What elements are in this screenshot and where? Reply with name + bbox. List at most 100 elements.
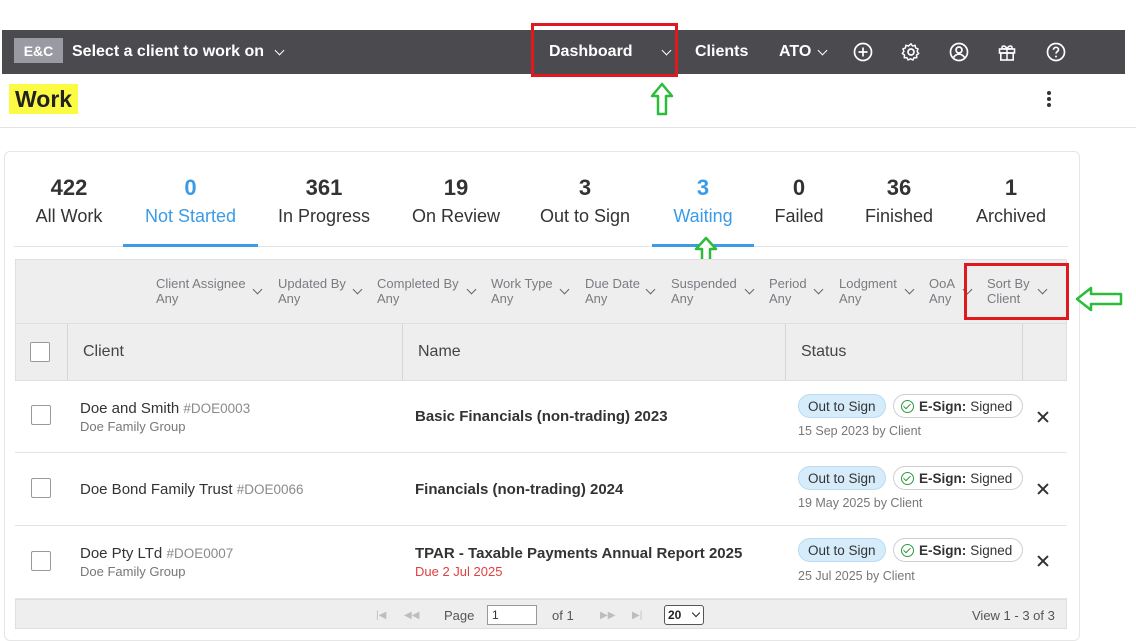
tab-label: Out to Sign	[539, 206, 631, 226]
tab-in-progress[interactable]: 361 In Progress	[266, 168, 382, 247]
first-page-icon[interactable]: |◀	[376, 600, 386, 630]
filter-ooa[interactable]: OoA Any	[929, 276, 977, 306]
table-row[interactable]: Doe Pty LTd #DOE0007 Doe Family Group TP…	[15, 526, 1067, 599]
filter-value: Any	[929, 291, 952, 306]
tab-not-started[interactable]: 0 Not Started	[123, 168, 258, 247]
pagination-bar: |◀ ◀◀ Page of 1 ▶▶ ▶| 20 View 1 - 3 of 3	[15, 599, 1067, 629]
client-selector[interactable]: Select a client to work on	[72, 30, 285, 74]
table-row[interactable]: Doe Bond Family Trust #DOE0066 Financial…	[15, 453, 1067, 526]
row-checkbox[interactable]	[31, 405, 51, 425]
view-count: View 1 - 3 of 3	[972, 607, 1055, 623]
more-options-icon[interactable]	[1040, 88, 1058, 110]
status-tabs: 422 All Work 0 Not Started 361 In Progre…	[14, 168, 1068, 247]
tab-label: Archived	[975, 206, 1047, 226]
arrow-left-icon	[1075, 286, 1123, 312]
filter-bar: Client Assignee Any Updated By Any Compl…	[15, 259, 1067, 324]
esign-value: Signed	[970, 470, 1013, 486]
client-name-text: Doe Bond Family Trust	[80, 481, 233, 498]
tab-failed[interactable]: 0 Failed	[766, 168, 832, 247]
tab-label: Failed	[774, 206, 824, 226]
tab-label: In Progress	[277, 206, 371, 226]
signed-by-text: 25 Jul 2025 by Client	[798, 569, 915, 583]
close-icon[interactable]	[1035, 409, 1051, 425]
filter-suspended[interactable]: Suspended Any	[671, 276, 763, 306]
top-navbar: E&C Select a client to work on Dashboard…	[2, 30, 1125, 74]
tab-all-work[interactable]: 422 All Work	[22, 168, 116, 247]
client-group: Doe Family Group	[80, 564, 186, 579]
last-page-icon[interactable]: ▶|	[632, 600, 642, 630]
esign-value: Signed	[970, 542, 1013, 558]
filter-sort-by[interactable]: Sort By Client	[987, 276, 1051, 306]
column-divider	[1022, 324, 1023, 380]
help-icon[interactable]	[1042, 38, 1070, 66]
select-all-checkbox[interactable]	[30, 324, 50, 380]
check-circle-icon	[901, 471, 914, 485]
user-icon[interactable]	[945, 38, 973, 66]
client-code: #DOE0003	[183, 401, 251, 416]
job-name[interactable]: Basic Financials (non-trading) 2023	[415, 408, 668, 425]
filter-due-date[interactable]: Due Date Any	[585, 276, 663, 306]
column-header-name[interactable]: Name	[418, 324, 461, 380]
nav-clients[interactable]: Clients	[695, 30, 748, 74]
page-size-value: 20	[668, 608, 682, 622]
esign-label: E-Sign:	[919, 398, 967, 414]
column-header-status[interactable]: Status	[801, 324, 846, 380]
chevron-down-icon	[274, 45, 285, 55]
nav-ato-label: ATO	[779, 43, 812, 60]
chevron-down-icon	[691, 608, 701, 618]
next-page-icon[interactable]: ▶▶	[600, 600, 615, 630]
check-circle-icon	[901, 543, 914, 557]
header-divider	[0, 127, 1136, 128]
column-divider	[785, 324, 786, 380]
row-checkbox[interactable]	[31, 551, 51, 571]
client-selector-label: Select a client to work on	[72, 43, 265, 60]
client-name-text: Doe Pty LTd	[80, 545, 163, 562]
tab-archived[interactable]: 1 Archived	[964, 168, 1058, 247]
esign-badge: E-Sign: Signed	[893, 538, 1024, 562]
column-divider	[402, 324, 403, 380]
table-header: Client Name Status	[15, 324, 1067, 381]
row-checkbox[interactable]	[31, 478, 51, 498]
esign-value: Signed	[970, 398, 1013, 414]
status-badge: Out to Sign	[798, 466, 886, 490]
tab-count: 3	[578, 175, 592, 200]
nav-dashboard-label: Dashboard	[549, 43, 633, 60]
close-icon[interactable]	[1035, 481, 1051, 497]
tab-finished[interactable]: 36 Finished	[848, 168, 950, 247]
client-name[interactable]: Doe Bond Family Trust #DOE0066	[80, 481, 304, 498]
tab-label: Finished	[864, 206, 934, 226]
gear-icon[interactable]	[897, 38, 925, 66]
tab-on-review[interactable]: 19 On Review	[400, 168, 512, 247]
job-name[interactable]: Financials (non-trading) 2024	[415, 481, 623, 498]
close-icon[interactable]	[1035, 553, 1051, 569]
nav-dashboard[interactable]: Dashboard	[549, 30, 672, 74]
column-header-client[interactable]: Client	[83, 324, 124, 380]
nav-ato[interactable]: ATO	[779, 30, 828, 74]
page-number-field[interactable]	[487, 600, 537, 630]
client-name[interactable]: Doe Pty LTd #DOE0007	[80, 545, 233, 562]
filter-client-assignee[interactable]: Client Assignee Any	[156, 276, 270, 306]
tab-count: 36	[886, 175, 912, 200]
esign-label: E-Sign:	[919, 542, 967, 558]
page-input[interactable]	[487, 605, 537, 625]
status-badge: Out to Sign	[798, 538, 886, 562]
status-badge: Out to Sign	[798, 394, 886, 418]
client-name[interactable]: Doe and Smith #DOE0003	[80, 400, 250, 417]
tab-label: Not Started	[144, 206, 237, 226]
filter-work-type[interactable]: Work Type Any	[491, 276, 576, 306]
tab-out-to-sign[interactable]: 3 Out to Sign	[530, 168, 640, 247]
page-size-select[interactable]: 20	[664, 600, 704, 630]
client-code: #DOE0066	[236, 482, 304, 497]
gift-icon[interactable]	[993, 38, 1021, 66]
filter-lodgment[interactable]: Lodgment Any	[839, 276, 923, 306]
filter-updated-by[interactable]: Updated By Any	[278, 276, 370, 306]
filter-completed-by[interactable]: Completed By Any	[377, 276, 483, 306]
table-row[interactable]: Doe and Smith #DOE0003 Doe Family Group …	[15, 381, 1067, 453]
prev-page-icon[interactable]: ◀◀	[404, 600, 419, 630]
filter-period[interactable]: Period Any	[769, 276, 831, 306]
add-icon[interactable]	[849, 38, 877, 66]
client-group: Doe Family Group	[80, 419, 186, 434]
app-logo[interactable]: E&C	[14, 38, 63, 63]
job-name[interactable]: TPAR - Taxable Payments Annual Report 20…	[415, 545, 742, 562]
page-title: Work	[9, 84, 79, 114]
